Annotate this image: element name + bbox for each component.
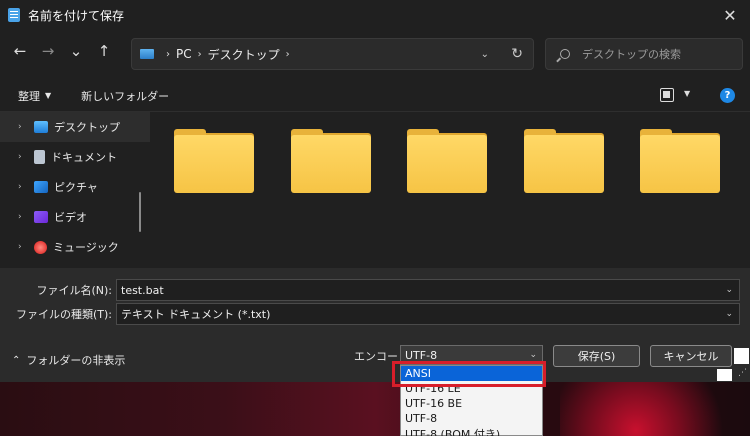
chevron-right-icon[interactable]: › <box>286 49 290 60</box>
organize-label: 整理 <box>18 89 40 103</box>
command-bar: 整理 ▼ 新しいフォルダー ▼ ? <box>0 80 750 112</box>
breadcrumb-desktop[interactable]: デスクトップ <box>208 46 280 63</box>
folder-item[interactable] <box>407 129 487 193</box>
folder-item[interactable] <box>640 129 720 193</box>
save-options-panel: ファイル名(N): test.bat ⌄ ファイルの種類(T): テキスト ドキ… <box>0 268 750 382</box>
encoding-value: UTF-8 <box>405 348 438 362</box>
encoding-option-utf8[interactable]: UTF-8 <box>401 411 542 426</box>
save-button[interactable]: 保存(S) <box>553 345 640 367</box>
sidebar-item-music[interactable]: › ミュージック <box>0 232 150 262</box>
desktop-icon <box>34 121 48 133</box>
sidebar-item-label: ドキュメント <box>51 151 117 164</box>
notepad-icon <box>8 8 20 22</box>
address-bar[interactable]: › PC › デスクトップ › ⌄ ↻ <box>131 38 534 70</box>
sidebar-item-label: デスクトップ <box>54 121 120 134</box>
chevron-up-icon: ⌃ <box>12 354 21 366</box>
sidebar-item-label: ピクチャ <box>54 181 98 194</box>
folder-item[interactable] <box>291 129 371 193</box>
refresh-icon[interactable]: ↻ <box>511 46 523 62</box>
red-highlight-annotation <box>392 361 546 387</box>
filetype-label: ファイルの種類(T): <box>15 308 112 321</box>
document-icon <box>34 150 45 164</box>
filename-input[interactable]: test.bat ⌄ <box>116 279 740 301</box>
encoding-option-utf16be[interactable]: UTF-16 BE <box>401 396 542 411</box>
up-button[interactable]: ↑ <box>90 37 118 65</box>
chevron-right-icon: › <box>166 48 170 60</box>
chevron-right-icon: › <box>197 48 202 60</box>
window-title: 名前を付けて保存 <box>28 8 125 23</box>
new-folder-button[interactable]: 新しいフォルダー <box>51 88 169 104</box>
chevron-down-icon[interactable]: ⌄ <box>529 350 537 360</box>
desktop-wallpaper-swirl <box>560 382 750 436</box>
filename-value: test.bat <box>121 283 164 297</box>
hide-folders-button[interactable]: ⌃ フォルダーの非表示 <box>12 352 125 368</box>
close-button[interactable]: ✕ <box>710 6 750 25</box>
sidebar-item-label: ビデオ <box>54 211 87 224</box>
folder-item[interactable] <box>174 129 254 193</box>
title-bar: 名前を付けて保存 ✕ <box>0 0 750 30</box>
chevron-right-icon[interactable]: › <box>18 212 34 222</box>
chevron-right-icon[interactable]: › <box>18 182 34 192</box>
recent-locations-button[interactable]: ⌄ <box>62 37 90 65</box>
cancel-button[interactable]: キャンセル <box>650 345 732 367</box>
search-icon <box>560 49 570 59</box>
sidebar-scrollbar[interactable] <box>139 192 141 232</box>
chevron-down-icon[interactable]: ⌄ <box>481 49 489 60</box>
chevron-right-icon[interactable]: › <box>18 152 34 162</box>
overlay-artifact <box>734 348 749 364</box>
sidebar-item-videos[interactable]: › ビデオ <box>0 202 150 232</box>
help-icon[interactable]: ? <box>720 88 735 103</box>
hide-folders-label: フォルダーの非表示 <box>26 354 126 367</box>
forward-button[interactable]: → <box>34 37 62 65</box>
navigation-pane: › デスクトップ › ドキュメント › ピクチャ › ビデオ › ミュージック <box>0 112 150 268</box>
organize-button[interactable]: 整理 ▼ <box>0 88 51 104</box>
chevron-right-icon[interactable]: › <box>18 122 34 132</box>
caret-down-icon[interactable]: ▼ <box>684 89 690 98</box>
sidebar-item-documents[interactable]: › ドキュメント <box>0 142 150 172</box>
search-input[interactable]: デスクトップの検索 <box>545 38 743 70</box>
picture-icon <box>34 181 48 193</box>
filename-label: ファイル名(N): <box>36 284 112 297</box>
back-button[interactable]: ← <box>6 37 34 65</box>
filetype-value: テキスト ドキュメント (*.txt) <box>121 308 271 321</box>
video-icon <box>34 211 48 223</box>
filename-row: ファイル名(N): test.bat ⌄ <box>0 279 740 301</box>
chevron-down-icon[interactable]: ⌄ <box>725 309 733 319</box>
resize-grip-icon[interactable]: ⋰ <box>738 368 747 378</box>
overlay-artifact <box>717 369 732 381</box>
sidebar-item-desktop[interactable]: › デスクトップ <box>0 112 150 142</box>
search-placeholder: デスクトップの検索 <box>582 48 681 61</box>
folder-item[interactable] <box>524 129 604 193</box>
sidebar-item-label: ミュージック <box>53 241 119 254</box>
filetype-row: ファイルの種類(T): テキスト ドキュメント (*.txt) ⌄ <box>0 303 740 325</box>
sidebar-item-pictures[interactable]: › ピクチャ <box>0 172 150 202</box>
chevron-down-icon[interactable]: ⌄ <box>725 285 733 295</box>
filetype-select[interactable]: テキスト ドキュメント (*.txt) ⌄ <box>116 303 740 325</box>
breadcrumb-pc[interactable]: PC <box>176 47 192 61</box>
save-as-dialog: 名前を付けて保存 ✕ ← → ⌄ ↑ › PC › デスクトップ › ⌄ ↻ デ… <box>0 0 750 382</box>
view-icon[interactable] <box>660 88 674 102</box>
chevron-right-icon[interactable]: › <box>18 242 34 252</box>
file-list <box>150 112 750 268</box>
pc-icon <box>140 49 154 59</box>
music-icon <box>34 240 47 254</box>
encoding-option-utf8-bom[interactable]: UTF-8 (BOM 付き) <box>401 426 542 436</box>
